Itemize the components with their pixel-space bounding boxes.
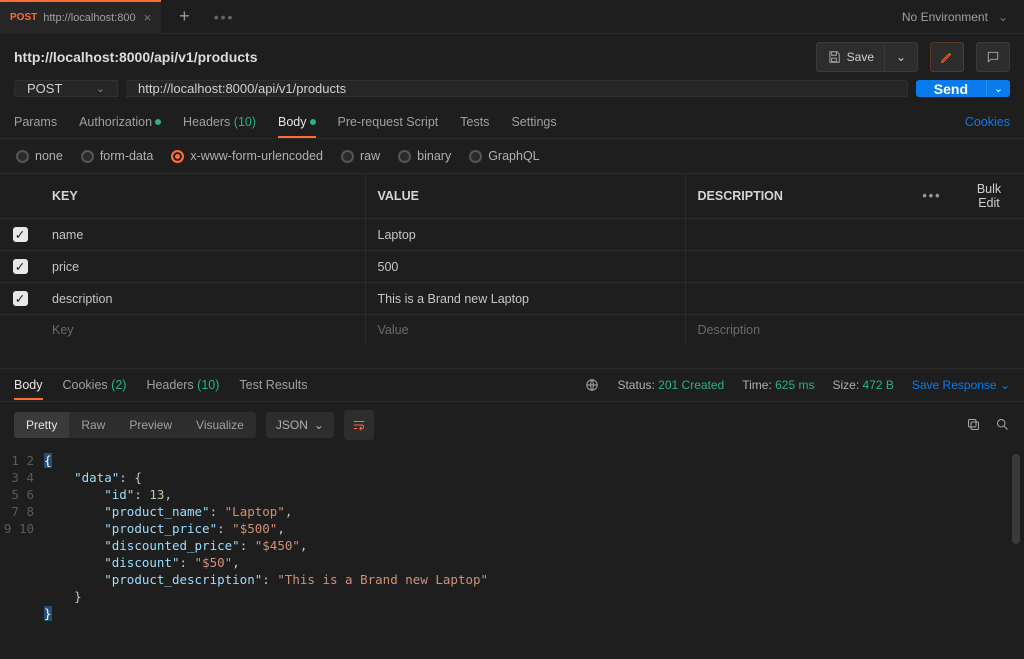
send-button[interactable]: Send: [916, 80, 986, 97]
status-dot-icon: [155, 119, 161, 125]
cell-desc[interactable]: [685, 283, 1024, 315]
cookies-link[interactable]: Cookies: [965, 115, 1010, 129]
cell-value[interactable]: 500: [365, 251, 685, 283]
cell-desc[interactable]: [685, 219, 1024, 251]
line-gutter: 1 2 3 4 5 6 7 8 9 10: [0, 448, 44, 628]
row-checkbox[interactable]: ✓: [13, 259, 28, 274]
col-key: KEY: [40, 174, 365, 219]
status-code: Status: 201 Created: [617, 378, 724, 392]
cell-desc[interactable]: [685, 251, 1024, 283]
cell-value[interactable]: This is a Brand new Laptop: [365, 283, 685, 315]
kv-header-row: KEY VALUE DESCRIPTION ••• Bulk Edit: [0, 174, 1024, 219]
viewer-pretty[interactable]: Pretty: [14, 412, 69, 438]
body-type-raw[interactable]: raw: [341, 149, 380, 163]
chevron-down-icon: ⌄: [994, 82, 1003, 95]
body-type-urlencoded[interactable]: x-www-form-urlencoded: [171, 149, 323, 163]
url-value: http://localhost:8000/api/v1/products: [138, 81, 346, 96]
edit-button[interactable]: [930, 42, 964, 72]
cell-key[interactable]: description: [40, 283, 365, 315]
tab-body[interactable]: Body: [278, 107, 316, 137]
status-dot-icon: [310, 119, 316, 125]
cell-value[interactable]: Laptop: [365, 219, 685, 251]
radio-icon: [81, 150, 94, 163]
body-type-binary[interactable]: binary: [398, 149, 451, 163]
col-value: VALUE: [365, 174, 685, 219]
row-checkbox[interactable]: ✓: [13, 291, 28, 306]
environment-selector[interactable]: No Environment ⌄: [886, 10, 1024, 24]
response-tab-body[interactable]: Body: [14, 371, 43, 399]
table-row[interactable]: ✓ price 500: [0, 251, 1024, 283]
table-row[interactable]: ✓ name Laptop: [0, 219, 1024, 251]
radio-icon: [341, 150, 354, 163]
tab-method: POST: [10, 12, 37, 23]
col-desc: DESCRIPTION: [685, 174, 910, 219]
response-json: { "data": { "id": 13, "product_name": "L…: [44, 448, 488, 628]
save-button[interactable]: Save: [816, 42, 884, 72]
chevron-down-icon: ⌄: [96, 82, 105, 95]
save-response-button[interactable]: Save Response ⌄: [912, 378, 1010, 392]
pencil-icon: [940, 50, 954, 64]
response-tab-headers[interactable]: Headers (10): [146, 371, 219, 399]
request-title: http://localhost:8000/api/v1/products: [14, 49, 258, 65]
copy-icon[interactable]: [966, 417, 981, 432]
search-icon[interactable]: [995, 417, 1010, 432]
response-body[interactable]: 1 2 3 4 5 6 7 8 9 10 { "data": { "id": 1…: [0, 448, 1024, 628]
response-time: Time: 625 ms: [742, 378, 814, 392]
viewer-preview[interactable]: Preview: [117, 412, 184, 438]
radio-icon: [16, 150, 29, 163]
method-select[interactable]: POST ⌄: [14, 80, 118, 97]
response-size: Size: 472 B: [832, 378, 893, 392]
save-icon: [827, 50, 841, 64]
chevron-down-icon: ⌄: [896, 50, 906, 64]
close-icon[interactable]: ×: [142, 10, 154, 25]
response-tab-cookies[interactable]: Cookies (2): [63, 371, 127, 399]
tab-overflow-button[interactable]: •••: [214, 9, 235, 25]
save-label: Save: [847, 50, 874, 64]
bulk-edit-button[interactable]: Bulk Edit: [977, 182, 1001, 210]
tab-authorization[interactable]: Authorization: [79, 107, 161, 137]
cell-key[interactable]: name: [40, 219, 365, 251]
chevron-down-icon: ⌄: [998, 10, 1008, 24]
radio-icon: [398, 150, 411, 163]
row-checkbox[interactable]: ✓: [13, 227, 28, 242]
table-row-new[interactable]: Key Value Description: [0, 315, 1024, 346]
url-input[interactable]: http://localhost:8000/api/v1/products: [126, 80, 908, 97]
wrap-lines-button[interactable]: [344, 410, 374, 440]
tab-settings[interactable]: Settings: [511, 107, 556, 137]
more-icon[interactable]: •••: [922, 189, 941, 203]
send-dropdown-button[interactable]: ⌄: [986, 80, 1010, 97]
viewer-raw[interactable]: Raw: [69, 412, 117, 438]
desc-placeholder[interactable]: Description: [685, 315, 1024, 346]
radio-icon: [469, 150, 482, 163]
scrollbar[interactable]: [1012, 454, 1020, 544]
tab-tests[interactable]: Tests: [460, 107, 489, 137]
method-value: POST: [27, 81, 62, 96]
response-format-select[interactable]: JSON ⌄: [266, 412, 334, 438]
radio-icon: [171, 150, 184, 163]
environment-label: No Environment: [902, 10, 988, 24]
body-type-none[interactable]: none: [16, 149, 63, 163]
globe-icon[interactable]: [585, 378, 599, 392]
tab-headers[interactable]: Headers (10): [183, 107, 256, 137]
tab-pre-request[interactable]: Pre-request Script: [338, 107, 439, 137]
comment-icon: [986, 50, 1000, 64]
tab-params[interactable]: Params: [14, 107, 57, 137]
table-row[interactable]: ✓ description This is a Brand new Laptop: [0, 283, 1024, 315]
comments-button[interactable]: [976, 42, 1010, 72]
value-placeholder[interactable]: Value: [365, 315, 685, 346]
save-dropdown-button[interactable]: ⌄: [884, 42, 918, 72]
chevron-down-icon: ⌄: [314, 418, 324, 432]
tab-title: http://localhost:800: [43, 12, 135, 24]
response-tab-tests[interactable]: Test Results: [239, 371, 307, 399]
tab-active[interactable]: POST http://localhost:800 ×: [0, 0, 161, 34]
body-type-formdata[interactable]: form-data: [81, 149, 154, 163]
key-placeholder[interactable]: Key: [40, 315, 365, 346]
viewer-visualize[interactable]: Visualize: [184, 412, 256, 438]
new-tab-button[interactable]: +: [179, 6, 190, 27]
cell-key[interactable]: price: [40, 251, 365, 283]
body-type-graphql[interactable]: GraphQL: [469, 149, 539, 163]
